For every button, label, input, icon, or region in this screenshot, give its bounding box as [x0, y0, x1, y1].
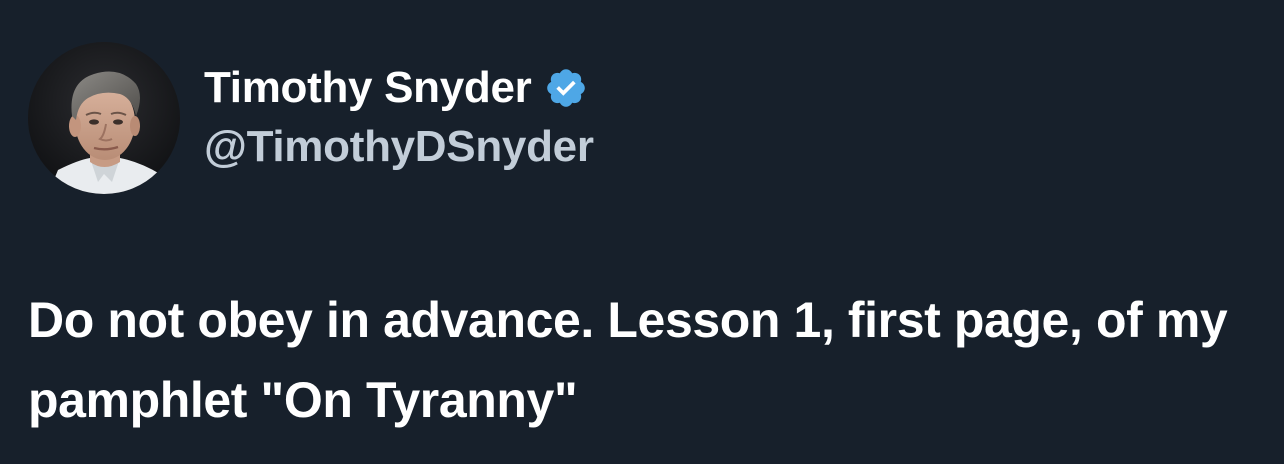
avatar[interactable]	[28, 42, 180, 194]
verified-badge-icon	[544, 66, 588, 110]
user-handle[interactable]: @TimothyDSnyder	[204, 122, 594, 172]
tweet-card: Timothy Snyder @TimothyDSnyder Do not ob…	[0, 0, 1284, 464]
avatar-photo	[28, 42, 180, 194]
display-name[interactable]: Timothy Snyder	[204, 63, 532, 113]
tweet-text: Do not obey in advance. Lesson 1, first …	[28, 292, 1228, 428]
author-name-row: Timothy Snyder	[204, 60, 588, 116]
